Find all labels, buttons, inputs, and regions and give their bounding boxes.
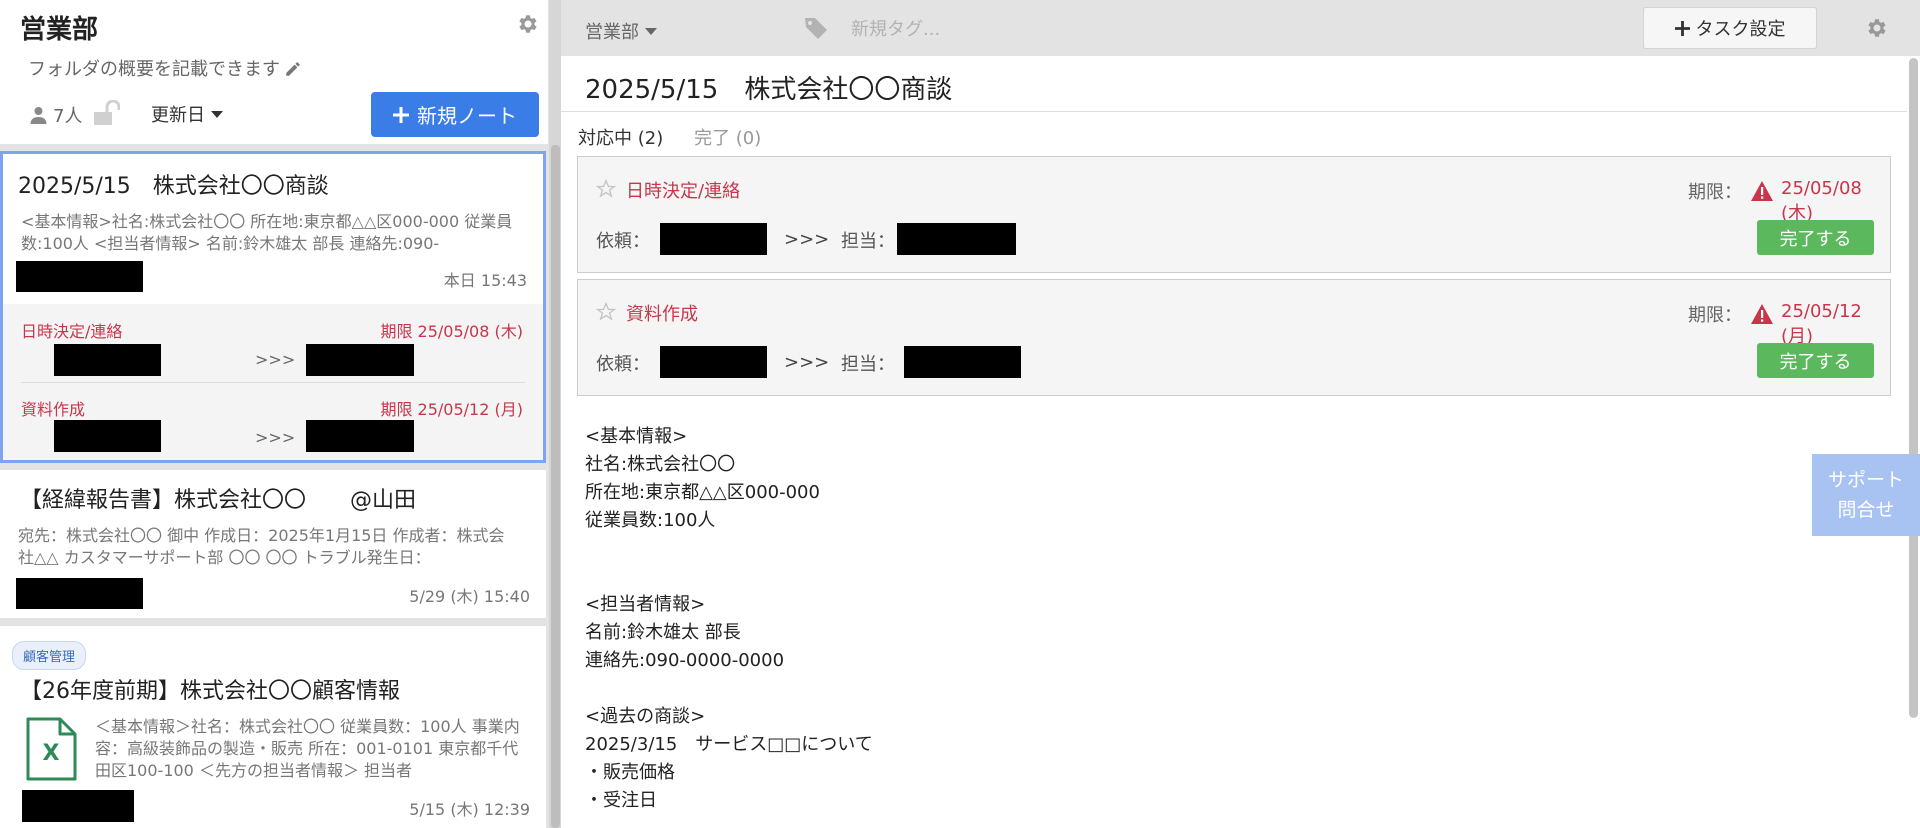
note-task-list: 日時決定/連絡 期限 25/05/08 (木) >>> 資料作成 期限 25/0… bbox=[3, 304, 543, 460]
gear-icon[interactable] bbox=[515, 12, 539, 36]
sort-label: 更新日 bbox=[151, 105, 205, 126]
task-title[interactable]: 資料作成 bbox=[626, 300, 698, 326]
new-tag-input[interactable] bbox=[851, 15, 1151, 43]
due-date: 25/05/08 (木) bbox=[1781, 178, 1862, 224]
redacted-block bbox=[16, 578, 143, 609]
support-contact-button[interactable]: サポート 問合せ bbox=[1812, 454, 1920, 536]
folder-description-text: フォルダの概要を記載できます bbox=[28, 59, 280, 80]
task-settings-label: タスク設定 bbox=[1695, 19, 1786, 40]
folder-description[interactable]: フォルダの概要を記載できます bbox=[28, 55, 302, 81]
caret-down-icon bbox=[211, 111, 223, 118]
new-note-button[interactable]: 新規ノート bbox=[371, 92, 539, 137]
note-summary: ＜基本情報＞社名：株式会社〇〇 従業員数：100人 事業内容：高級装飾品の製造・… bbox=[95, 717, 520, 780]
task-due: 期限 25/05/12 (月) bbox=[380, 400, 523, 419]
note-card[interactable]: 【経緯報告書】株式会社〇〇 @山田 宛先：株式会社〇〇 御中 作成日：2025年… bbox=[0, 470, 546, 618]
detail-toolbar: 営業部 タスク設定 bbox=[561, 0, 1920, 56]
redacted-block bbox=[16, 261, 143, 292]
note-body[interactable]: <基本情報> 社名:株式会社〇〇 所在地:東京都△△区000-000 従業員数:… bbox=[585, 423, 1485, 815]
task-title: 資料作成 bbox=[21, 400, 86, 419]
note-date: 5/15 (木) 12:39 bbox=[409, 800, 530, 819]
task-settings-button[interactable]: タスク設定 bbox=[1643, 7, 1817, 49]
warning-icon bbox=[1751, 181, 1773, 201]
note-title: 【経緯報告書】株式会社〇〇 @山田 bbox=[20, 488, 417, 513]
requester-label: 依頼： bbox=[596, 231, 650, 252]
detail-scroll-thumb[interactable] bbox=[1909, 58, 1918, 718]
tag-icon bbox=[805, 18, 827, 39]
note-detail-title[interactable]: 2025/5/15 株式会社〇〇商談 bbox=[585, 69, 952, 106]
new-note-label: 新規ノート bbox=[417, 104, 517, 128]
folder-header: 営業部 フォルダの概要を記載できます 7人 更新日 新規ノート bbox=[0, 0, 548, 144]
tab-completed[interactable]: 完了 (0) bbox=[694, 124, 761, 150]
divider bbox=[561, 111, 1907, 112]
requester-label: 依頼： bbox=[596, 354, 650, 375]
pencil-icon[interactable] bbox=[284, 60, 302, 78]
task-item[interactable]: 日時決定/連絡 期限： 25/05/08 (木) 依頼： >>> 担当： 完了す… bbox=[577, 156, 1891, 273]
redacted-block bbox=[22, 790, 134, 822]
unlock-icon[interactable] bbox=[90, 100, 120, 126]
folder-title: 営業部 bbox=[20, 15, 99, 45]
warning-icon bbox=[1751, 304, 1773, 324]
note-list-scroll-thumb[interactable] bbox=[551, 145, 560, 828]
due-label: 期限： bbox=[1688, 182, 1742, 203]
support-label: サポート bbox=[1827, 469, 1904, 491]
note-date: 5/29 (木) 15:40 bbox=[409, 587, 530, 606]
complete-button[interactable]: 完了する bbox=[1757, 343, 1874, 378]
redacted-block bbox=[904, 346, 1021, 378]
redacted-block bbox=[660, 346, 767, 378]
due-label: 期限： bbox=[1688, 305, 1742, 326]
member-count-label: 7人 bbox=[53, 106, 83, 127]
note-card-selected[interactable]: 2025/5/15 株式会社〇〇商談 <基本情報>社名:株式会社〇〇 所在地:東… bbox=[0, 151, 546, 463]
task-title[interactable]: 日時決定/連絡 bbox=[626, 177, 740, 203]
complete-button[interactable]: 完了する bbox=[1757, 220, 1874, 255]
excel-file-letter: X bbox=[42, 741, 60, 766]
tab-in-progress[interactable]: 対応中 (2) bbox=[578, 124, 663, 150]
divider bbox=[21, 382, 525, 383]
note-list-panel: 営業部 フォルダの概要を記載できます 7人 更新日 新規ノート 2025/5/1… bbox=[0, 0, 550, 828]
task-arrow: >>> bbox=[784, 229, 830, 250]
redacted-block bbox=[306, 420, 414, 452]
note-card[interactable]: 顧客管理 【26年度前期】株式会社〇〇顧客情報 X ＜基本情報＞社名：株式会社〇… bbox=[0, 626, 546, 828]
note-title: 2025/5/15 株式会社〇〇商談 bbox=[18, 174, 329, 199]
redacted-block bbox=[897, 223, 1016, 255]
gear-icon[interactable] bbox=[1864, 16, 1888, 40]
redacted-block bbox=[54, 420, 161, 452]
task-item[interactable]: 資料作成 期限： 25/05/12 (月) 依頼： >>> 担当： 完了する bbox=[577, 279, 1891, 396]
star-icon[interactable] bbox=[596, 179, 616, 199]
note-summary: <基本情報>社名:株式会社〇〇 所在地:東京都△△区000-000 従業員数:1… bbox=[21, 212, 513, 253]
redacted-block bbox=[660, 223, 767, 255]
folder-dropdown[interactable]: 営業部 bbox=[585, 18, 657, 44]
tag-badge[interactable]: 顧客管理 bbox=[12, 641, 87, 670]
task-title: 日時決定/連絡 bbox=[21, 322, 123, 341]
support-label-2: 問合せ bbox=[1837, 499, 1895, 521]
sort-dropdown[interactable]: 更新日 bbox=[151, 101, 223, 127]
note-summary: 宛先：株式会社〇〇 御中 作成日：2025年1月15日 作成者：株式会社△△ カ… bbox=[18, 526, 505, 567]
person-icon bbox=[30, 107, 47, 124]
assignee-label: 担当： bbox=[841, 231, 895, 252]
plus-icon bbox=[393, 106, 409, 123]
folder-dropdown-label: 営業部 bbox=[585, 22, 639, 43]
task-arrow: >>> bbox=[255, 350, 296, 369]
redacted-block bbox=[54, 344, 161, 376]
redacted-block bbox=[306, 344, 414, 376]
plus-icon bbox=[1674, 20, 1690, 36]
star-icon[interactable] bbox=[596, 302, 616, 322]
member-count[interactable]: 7人 bbox=[30, 102, 82, 128]
task-arrow: >>> bbox=[784, 352, 830, 373]
note-date: 本日 15:43 bbox=[443, 271, 527, 290]
task-arrow: >>> bbox=[255, 428, 296, 447]
caret-down-icon bbox=[645, 28, 657, 35]
due-date: 25/05/12 (月) bbox=[1781, 301, 1862, 347]
note-detail-panel: 営業部 タスク設定 2025/5/15 株式会社〇〇商談 対応中 (2) 完了 … bbox=[561, 0, 1920, 828]
task-due: 期限 25/05/08 (木) bbox=[380, 322, 523, 341]
note-title: 【26年度前期】株式会社〇〇顧客情報 bbox=[20, 679, 400, 704]
assignee-label: 担当： bbox=[841, 354, 895, 375]
